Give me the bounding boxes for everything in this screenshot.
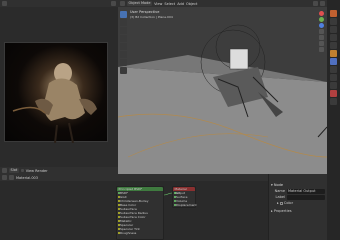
menu-add[interactable]: Add xyxy=(177,2,184,6)
image-editor-type-icon[interactable] xyxy=(2,168,7,173)
menu-object[interactable]: Object xyxy=(186,2,197,6)
collection-label: (3) Bd Collection | Plane.004 xyxy=(130,15,173,19)
properties-section-header[interactable]: ▸ Properties xyxy=(269,208,327,214)
socket-icon[interactable] xyxy=(117,228,120,230)
physics-props-icon[interactable] xyxy=(330,74,337,81)
material-output-node[interactable]: Material Output All Surface Volume Displace… xyxy=(172,186,197,208)
output-props-icon[interactable] xyxy=(330,18,337,25)
socket-icon[interactable] xyxy=(173,196,176,198)
socket-icon[interactable] xyxy=(117,196,120,198)
cursor-tool-icon[interactable] xyxy=(120,19,127,26)
render-props-icon[interactable] xyxy=(330,10,337,17)
socket-icon[interactable] xyxy=(117,200,120,202)
color-row[interactable]: ▸ Color xyxy=(269,200,327,206)
scene-geometry xyxy=(118,24,327,174)
menu-view[interactable]: View xyxy=(154,2,162,6)
node-editor[interactable]: Material.003 Principled BSDF BSDF GGX Chri… xyxy=(0,174,268,240)
socket-icon[interactable] xyxy=(173,200,176,202)
output-row-label: Displacement xyxy=(176,203,197,207)
label-field[interactable] xyxy=(287,194,325,200)
perspective-label: User Perspective xyxy=(130,10,160,14)
viewport-header: Object Mode View Select Add Object xyxy=(118,0,327,7)
properties-section-label: Properties xyxy=(273,209,292,213)
annotate-tool-icon[interactable] xyxy=(120,59,127,66)
pin-icon[interactable] xyxy=(111,1,116,6)
pan-icon[interactable] xyxy=(318,35,324,40)
image-editor-top-header xyxy=(0,0,118,7)
scene-props-icon[interactable] xyxy=(330,34,337,41)
socket-icon[interactable] xyxy=(117,220,120,222)
zoom-icon[interactable] xyxy=(318,29,324,34)
output-row[interactable]: Displacement xyxy=(173,203,197,207)
socket-icon[interactable] xyxy=(117,216,120,218)
color-label: Color xyxy=(283,201,294,205)
z-axis-icon[interactable] xyxy=(318,23,324,28)
image-editor-bottom-header: Slot View Render xyxy=(0,167,118,174)
name-label: Name xyxy=(274,189,285,193)
constraints-props-icon[interactable] xyxy=(330,82,337,89)
name-field[interactable]: Material Output xyxy=(287,188,325,194)
material-props-icon[interactable] xyxy=(330,90,337,97)
socket-icon[interactable] xyxy=(117,232,120,234)
select-tool-icon[interactable] xyxy=(120,11,127,18)
socket-icon[interactable] xyxy=(117,204,120,206)
socket-icon[interactable] xyxy=(117,212,120,214)
view-render-label[interactable]: View Render xyxy=(26,169,48,173)
measure-tool-icon[interactable] xyxy=(120,67,127,74)
socket-icon[interactable] xyxy=(117,192,120,194)
tool-shelf xyxy=(119,10,128,75)
editor-type-icon[interactable] xyxy=(2,1,7,6)
mode-dropdown[interactable]: Object Mode xyxy=(127,1,153,6)
navigation-gizmo[interactable] xyxy=(317,10,325,53)
principled-row-label: Roughness xyxy=(120,231,137,235)
particles-props-icon[interactable] xyxy=(330,66,337,73)
rotate-tool-icon[interactable] xyxy=(120,35,127,42)
render-image xyxy=(4,42,108,144)
object-props-icon[interactable] xyxy=(330,50,337,57)
socket-icon[interactable] xyxy=(117,208,120,210)
scale-tool-icon[interactable] xyxy=(120,43,127,50)
output-node-rows: All Surface Volume Displacement xyxy=(173,191,197,207)
socket-icon[interactable] xyxy=(173,192,176,194)
principled-node-rows: BSDF GGX Christensen-Burley Base Color Subsu… xyxy=(117,191,163,235)
3d-viewport[interactable]: Object Mode View Select Add Object User … xyxy=(118,0,327,174)
modifier-props-icon[interactable] xyxy=(330,58,337,65)
socket-icon[interactable] xyxy=(173,204,176,206)
socket-icon[interactable] xyxy=(117,224,120,226)
blender-window: Slot View Render Object Mode View Select… xyxy=(0,0,340,240)
node-sidebar: ▾ Node Name Material Output Label ▸ Colo… xyxy=(268,174,327,240)
world-props-icon[interactable] xyxy=(330,42,337,49)
principled-row[interactable]: Roughness xyxy=(117,231,163,235)
overlay-icon[interactable] xyxy=(320,1,325,6)
properties-tab-strip xyxy=(327,0,340,240)
shading-icon[interactable] xyxy=(313,1,318,6)
move-tool-icon[interactable] xyxy=(120,27,127,34)
principled-bsdf-node[interactable]: Principled BSDF BSDF GGX Christensen-Burle… xyxy=(116,186,164,240)
y-axis-icon[interactable] xyxy=(318,17,324,22)
transform-tool-icon[interactable] xyxy=(120,51,127,58)
figure-silhouette xyxy=(12,63,97,144)
x-axis-icon[interactable] xyxy=(318,11,324,16)
camera-view-icon[interactable] xyxy=(318,41,324,46)
color-checkbox[interactable] xyxy=(279,201,283,205)
view-layer-props-icon[interactable] xyxy=(330,26,337,33)
ortho-toggle-icon[interactable] xyxy=(318,47,324,52)
texture-props-icon[interactable] xyxy=(330,98,337,105)
viewport-editor-type-icon[interactable] xyxy=(120,1,125,6)
label-label: Label xyxy=(275,195,285,199)
menu-select[interactable]: Select xyxy=(164,2,175,6)
node-section-label: Node xyxy=(273,183,284,187)
checkbox-icon[interactable] xyxy=(20,169,24,172)
image-editor-area: Slot View Render xyxy=(0,0,118,174)
slot-menu[interactable]: Slot xyxy=(9,168,19,173)
